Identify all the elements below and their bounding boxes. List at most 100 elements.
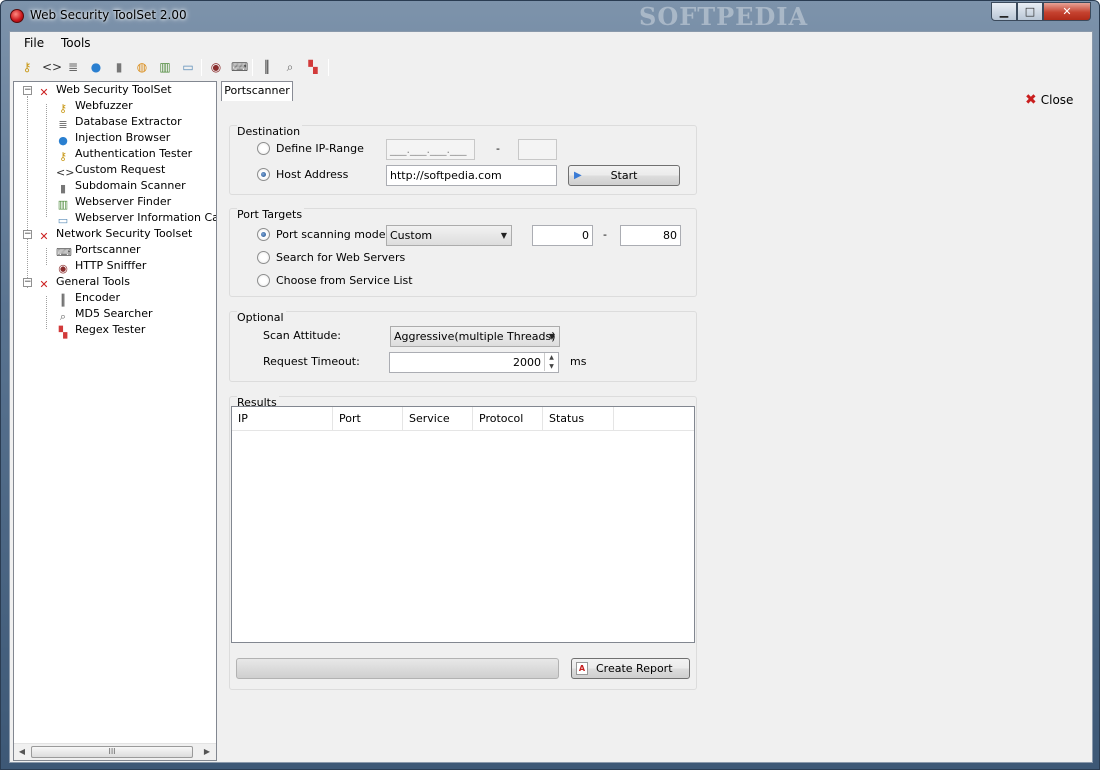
tool-tree[interactable]: − ✕ Web Security ToolSet ⚷ Webfuzzer ≣ Data… [13, 81, 217, 761]
tree-line [46, 296, 47, 329]
tree-line [27, 96, 28, 288]
request-timeout-input[interactable]: 2000 [389, 352, 559, 373]
tree-item-custom-request[interactable]: <>Custom Request [56, 162, 165, 179]
port-targets-title: Port Targets [237, 208, 305, 221]
tree-item-regex-tester[interactable]: ▚ Regex Tester [56, 322, 146, 339]
scan-attitude-select[interactable]: Aggressive(multiple Threads) ▼ [390, 326, 560, 347]
tree-item-subdomain-scanner[interactable]: ▮ Subdomain Scanner [56, 178, 186, 195]
service-list-radio[interactable] [257, 274, 270, 287]
start-button[interactable]: ▶ Start [568, 165, 680, 186]
column-ip[interactable]: IP [232, 407, 333, 431]
create-report-label: Create Report [596, 662, 673, 675]
server-icon[interactable]: ▮ [111, 59, 127, 75]
host-address-radio[interactable] [257, 168, 270, 181]
eye-icon[interactable]: ◉ [208, 59, 224, 75]
app-icon[interactable] [10, 9, 24, 23]
ip-range-end-field[interactable] [518, 139, 557, 160]
client-area: File Tools ⚷ <> ≣ ● ▮ ◍ ▥ ▭ ◉ ⌨ ║ ⌕ ▚ − … [9, 31, 1093, 763]
key-icon[interactable]: ⚷ [19, 59, 35, 75]
tree-line [46, 104, 47, 217]
keyboard-icon[interactable]: ⌨ [231, 59, 248, 75]
request-timeout-label: Request Timeout: [263, 355, 360, 368]
column-port[interactable]: Port [333, 407, 403, 431]
spin-down-icon[interactable]: ▼ [544, 362, 558, 371]
tree-item-webserver-finder[interactable]: ▥ Webserver Finder [56, 194, 171, 211]
scroll-left-arrow-icon[interactable]: ◀ [17, 747, 27, 756]
port-from-input[interactable]: 0 [532, 225, 593, 246]
database-icon[interactable]: ≣ [65, 59, 81, 75]
scroll-thumb[interactable]: III [31, 746, 193, 758]
tree-item-portscanner[interactable]: ⌨ Portscanner [56, 242, 141, 259]
ip-range-start-field[interactable]: ___.___.___.___ [386, 139, 475, 160]
code-brackets-icon[interactable]: <> [42, 59, 62, 75]
web-servers-label: Search for Web Servers [276, 251, 406, 264]
close-tab-button[interactable]: ✖ Close [1025, 92, 1073, 108]
tree-item-encoder[interactable]: ║ Encoder [56, 290, 120, 307]
magnifier-icon[interactable]: ⌕ [282, 59, 298, 75]
pdf-icon: A [576, 662, 588, 675]
close-label: Close [1040, 93, 1074, 107]
document-icon[interactable]: ▭ [180, 59, 196, 75]
tree-group-web-security[interactable]: ✕ Web Security ToolSet [37, 82, 171, 99]
tree-item-injection-browser[interactable]: ● Injection Browser [56, 130, 170, 147]
optional-title: Optional [237, 311, 286, 324]
tree-line [46, 248, 47, 265]
column-filler [614, 407, 694, 431]
maximize-button[interactable]: □ [1017, 2, 1043, 21]
blocks-icon: ▚ [58, 326, 68, 339]
tree-expander[interactable]: − [23, 230, 32, 239]
tree-group-network-security[interactable]: ✕ Network Security Toolset [37, 226, 192, 243]
tree-item-md5-searcher[interactable]: ⌕ MD5 Searcher [56, 306, 153, 323]
lock-icon[interactable]: ◍ [134, 59, 150, 75]
results-table[interactable]: IP Port Service Protocol Status [231, 406, 695, 643]
chevron-down-icon: ▼ [548, 332, 555, 341]
network-servers-icon[interactable]: ▥ [157, 59, 173, 75]
menu-file[interactable]: File [24, 36, 44, 50]
host-address-input[interactable]: http://softpedia.com [386, 165, 557, 186]
toolbar-separator [328, 59, 329, 76]
window-close-button[interactable]: ✕ [1043, 2, 1091, 21]
column-status[interactable]: Status [543, 407, 614, 431]
menu-tools[interactable]: Tools [61, 36, 91, 50]
port-scanning-mode-select[interactable]: Custom ▼ [386, 225, 512, 246]
window-title: Web Security ToolSet 2.00 [30, 8, 187, 22]
ip-range-radio[interactable] [257, 142, 270, 155]
tree-item-http-sniffer[interactable]: ◉ HTTP Snifffer [56, 258, 146, 275]
globe-icon[interactable]: ● [88, 59, 104, 75]
column-protocol[interactable]: Protocol [473, 407, 543, 431]
tree-item-authentication-tester[interactable]: ⚷ Authentication Tester [56, 146, 192, 163]
tools-icon: ✕ [39, 230, 49, 243]
tree-item-webserver-information-catcher[interactable]: ▭Webserver Information Catche [56, 210, 216, 227]
service-list-label: Choose from Service List [276, 274, 413, 287]
minimize-button[interactable]: ▁ [991, 2, 1017, 21]
tree-item-webfuzzer[interactable]: ⚷ Webfuzzer [56, 98, 133, 115]
tree-horizontal-scrollbar[interactable]: ◀ III ▶ [14, 743, 216, 760]
port-to-input[interactable]: 80 [620, 225, 681, 246]
scroll-right-arrow-icon[interactable]: ▶ [202, 747, 212, 756]
range-dash: - [496, 142, 500, 155]
web-servers-radio[interactable] [257, 251, 270, 264]
port-scanning-mode-radio[interactable] [257, 228, 270, 241]
start-label: Start [610, 169, 638, 182]
title-bar[interactable]: Web Security ToolSet 2.00 SOFTPEDIA ▁ □ … [1, 1, 1099, 31]
tree-expander[interactable]: − [23, 86, 32, 95]
close-icon: ✖ [1025, 92, 1037, 108]
toolbar: ⚷ <> ≣ ● ▮ ◍ ▥ ▭ ◉ ⌨ ║ ⌕ ▚ [14, 57, 344, 79]
create-report-button[interactable]: A Create Report [571, 658, 690, 679]
destination-group: Destination Define IP-Range ___.___.___.… [229, 125, 697, 195]
tree-item-database-extractor[interactable]: ≣ Database Extractor [56, 114, 181, 131]
column-service[interactable]: Service [403, 407, 473, 431]
port-scanning-mode-label: Port scanning mode [276, 228, 386, 241]
spin-up-icon[interactable]: ▲ [544, 353, 558, 362]
scan-progress-bar [236, 658, 559, 679]
chevron-down-icon: ▼ [500, 231, 507, 240]
app-window: Web Security ToolSet 2.00 SOFTPEDIA ▁ □ … [0, 0, 1100, 770]
toolbar-separator [252, 59, 253, 76]
port-targets-group: Port Targets Port scanning mode Custom ▼… [229, 208, 697, 297]
blocks-icon[interactable]: ▚ [305, 59, 321, 75]
barcode-icon[interactable]: ║ [259, 59, 275, 75]
optional-group: Optional Scan Attitude: Aggressive(multi… [229, 311, 697, 382]
tree-group-general-tools[interactable]: ✕ General Tools [37, 274, 130, 291]
tab-portscanner[interactable]: Portscanner [221, 81, 293, 101]
tree-expander[interactable]: − [23, 278, 32, 287]
